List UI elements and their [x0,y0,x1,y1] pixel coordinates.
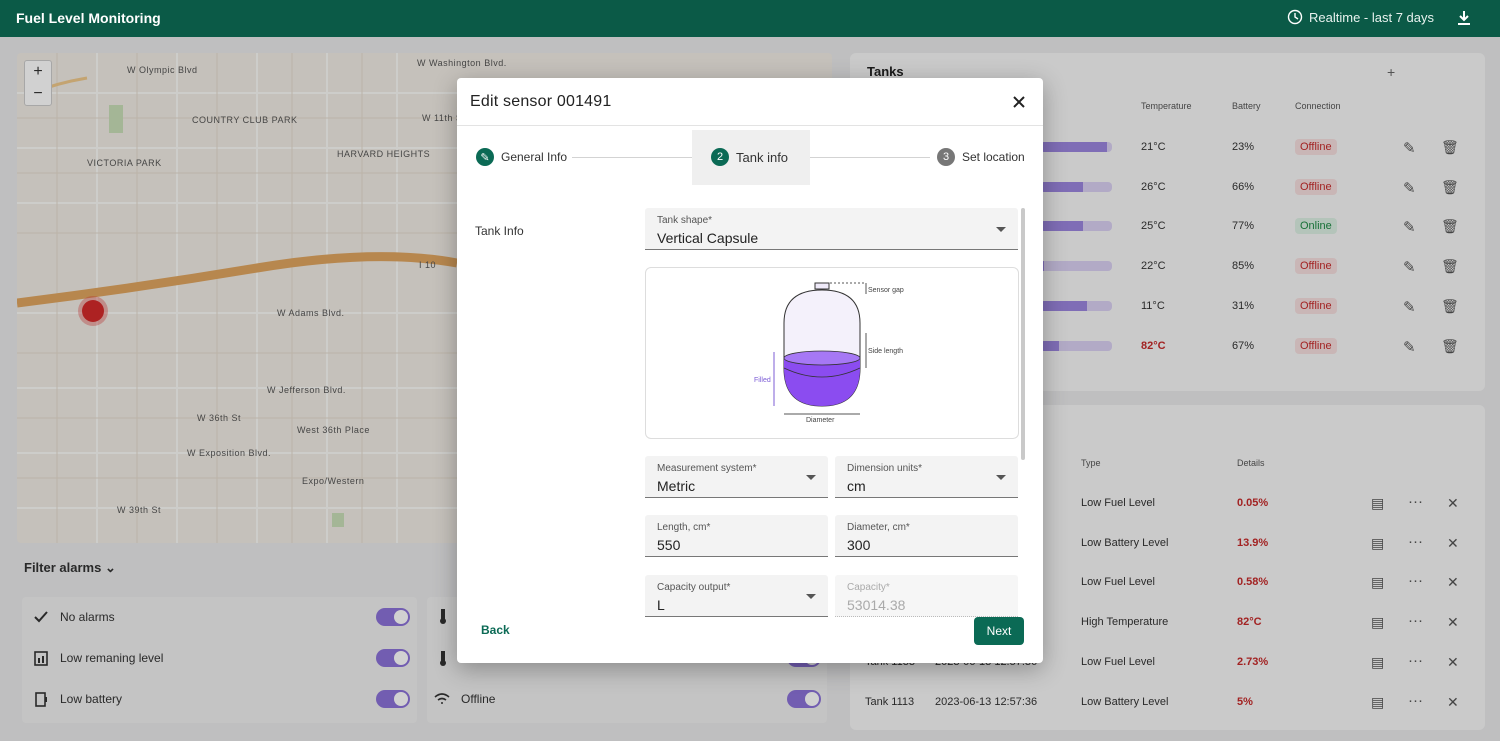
diameter-input[interactable]: Diameter, cm* 300 [835,515,1018,557]
filled-label: Filled [754,377,771,384]
length-input[interactable]: Length, cm* 550 [645,515,828,557]
field-value: Vertical Capsule [657,230,759,246]
step-label: Tank info [736,149,789,165]
step-number: 2 [711,148,729,166]
step-label: Set location [962,150,1025,164]
step-number: 3 [937,148,955,166]
field-label: Capacity* [847,582,890,593]
dropdown-caret-icon [806,594,816,599]
tank-diagram: Sensor gap Side length Filled Diameter [645,267,1019,439]
next-button[interactable]: Next [974,617,1024,645]
dialog-scrollbar[interactable] [1021,208,1025,460]
tank-shape-select[interactable]: Tank shape* Vertical Capsule [645,208,1018,250]
pencil-icon: ✎ [476,148,494,166]
field-value: 53014.38 [847,597,906,613]
time-range-label: Realtime - last 7 days [1309,9,1434,25]
dialog-title: Edit sensor 001491 [470,93,612,110]
step-set-location[interactable]: 3 Set location [937,148,1025,166]
time-range-selector[interactable]: Realtime - last 7 days [1287,9,1434,25]
capacity-output-select[interactable]: Capacity output* L [645,575,828,617]
field-label: Dimension units* [847,463,923,474]
app-title: Fuel Level Monitoring [16,10,161,26]
field-value: L [657,597,665,613]
edit-sensor-dialog: Edit sensor 001491 ✎ General Info 2 Tank… [457,78,1043,663]
field-label: Length, cm* [657,522,711,533]
dialog-header: Edit sensor 001491 [457,78,1043,126]
dropdown-caret-icon [996,475,1006,480]
vertical-capsule-diagram: Sensor gap Side length Filled Diameter [754,282,904,424]
download-icon[interactable] [1454,8,1474,28]
field-label: Measurement system* [657,463,757,474]
field-value: cm [847,478,866,494]
side-length-label: Side length [868,348,903,355]
top-app-bar: Fuel Level Monitoring Realtime - last 7 … [0,0,1500,37]
step-tank-info[interactable]: 2 Tank info [711,148,788,166]
clock-icon [1287,9,1303,25]
section-label: Tank Info [475,224,524,238]
capacity-input: Capacity* 53014.38 [835,575,1018,617]
field-label: Capacity output* [657,582,731,593]
close-icon[interactable] [1012,95,1026,109]
sensor-gap-label: Sensor gap [868,287,904,294]
diameter-label: Diameter [806,417,835,424]
measurement-system-select[interactable]: Measurement system* Metric [645,456,828,498]
dimension-units-select[interactable]: Dimension units* cm [835,456,1018,498]
field-label: Diameter, cm* [847,522,910,533]
step-general-info[interactable]: ✎ General Info [476,148,567,166]
dropdown-caret-icon [806,475,816,480]
field-value: 550 [657,537,681,553]
step-connector [572,157,692,158]
step-connector [810,157,930,158]
back-button[interactable]: Back [481,623,510,637]
field-value: 300 [847,537,871,553]
dropdown-caret-icon [996,227,1006,232]
field-label: Tank shape* [657,215,713,226]
step-label: General Info [501,150,568,164]
field-value: Metric [657,478,696,494]
